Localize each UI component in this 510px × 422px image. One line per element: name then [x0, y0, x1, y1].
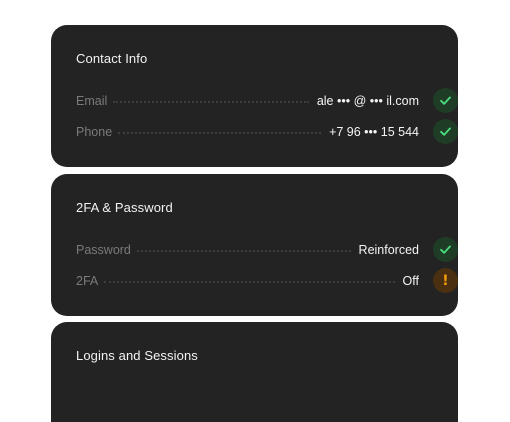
email-value: ale ••• @ ••• il.com [316, 94, 419, 108]
check-icon [440, 127, 451, 136]
dotted-leader [136, 250, 351, 252]
password-ok-status [433, 237, 458, 262]
two-factor-warning-status: ! [433, 268, 458, 293]
password-value: Reinforced [358, 243, 419, 257]
dotted-leader [118, 132, 322, 134]
check-icon [440, 245, 451, 254]
check-icon [440, 96, 451, 105]
exclamation-icon: ! [442, 272, 449, 289]
password-row[interactable]: Password Reinforced [76, 237, 458, 262]
email-label: Email [76, 94, 108, 108]
phone-row[interactable]: Phone +7 96 ••• 15 544 [76, 119, 458, 144]
contact-info-card: Contact Info Email ale ••• @ ••• il.com … [51, 25, 458, 167]
email-row[interactable]: Email ale ••• @ ••• il.com [76, 88, 458, 113]
phone-label: Phone [76, 125, 113, 139]
two-factor-value: Off [402, 274, 419, 288]
password-label: Password [76, 243, 131, 257]
security-title: 2FA & Password [76, 200, 173, 215]
sessions-title: Logins and Sessions [76, 348, 198, 363]
two-factor-label: 2FA [76, 274, 99, 288]
contact-info-title: Contact Info [76, 51, 148, 66]
security-card: 2FA & Password Password Reinforced 2FA O… [51, 174, 458, 316]
phone-value: +7 96 ••• 15 544 [329, 125, 419, 139]
sessions-card: Logins and Sessions [51, 322, 458, 422]
two-factor-row[interactable]: 2FA Off ! [76, 268, 458, 293]
phone-verified-status [433, 119, 458, 144]
email-verified-status [433, 88, 458, 113]
dotted-leader [113, 101, 309, 103]
dotted-leader [104, 281, 395, 283]
